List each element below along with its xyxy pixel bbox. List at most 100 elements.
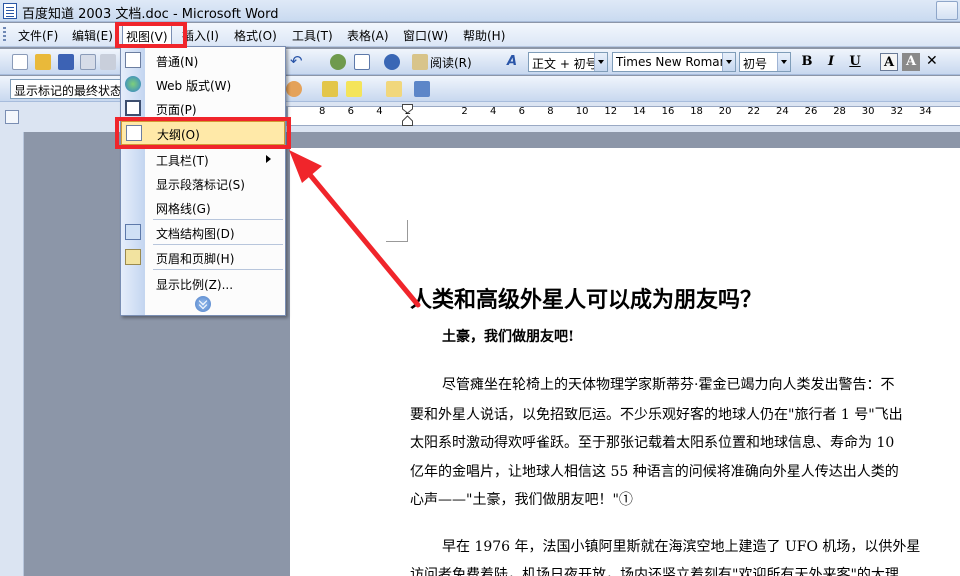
paragraph-line: 太阳系时激动得欢呼雀跃。至于那张记载着太阳系位置和地球信息、寿命为 10 <box>410 435 895 451</box>
horizontal-ruler[interactable] <box>288 106 960 126</box>
ruler-number: 26 <box>804 106 818 117</box>
document-page[interactable]: 人类和高级外星人可以成为朋友吗？ 土豪，我们做朋友吧! 尽管瘫坐在轮椅上的天体物… <box>290 148 960 576</box>
read-mode-icon[interactable] <box>412 54 428 70</box>
reviewing-pane-icon[interactable] <box>386 81 402 97</box>
menu-item-gridlines[interactable]: 网格线(G) <box>121 196 285 218</box>
expand-menu-icon[interactable] <box>195 296 211 312</box>
menu-table[interactable]: 表格(A) <box>347 27 389 44</box>
web-layout-icon <box>125 76 141 92</box>
word-document-icon[interactable] <box>3 3 17 19</box>
ruler-number: 2 <box>461 106 468 117</box>
menu-window[interactable]: 窗口(W) <box>403 27 448 44</box>
crop-mark <box>386 220 408 242</box>
menu-item-web-layout[interactable]: Web 版式(W) <box>121 73 285 95</box>
paragraph-line: 亿年的金唱片，让地球人相信这 55 种语言的问候将准确向外星人传达出人类的 <box>410 464 899 480</box>
menu-help[interactable]: 帮助(H) <box>463 27 505 44</box>
chevron-right-icon <box>266 155 275 163</box>
ruler-number: 16 <box>661 106 675 117</box>
special-chars-icon[interactable]: ✕ <box>926 54 942 70</box>
menu-separator <box>153 219 283 220</box>
ruler-number: 34 <box>919 106 932 117</box>
help-icon[interactable] <box>384 54 400 70</box>
table-icon[interactable] <box>354 54 370 70</box>
ruler-number: 24 <box>776 106 789 117</box>
chevron-down-icon[interactable] <box>594 53 607 71</box>
menu-item-header-footer[interactable]: 页眉和页脚(H) <box>121 246 285 268</box>
hyperlink-icon[interactable] <box>330 54 346 70</box>
paragraph-line: 早在 1976 年，法国小镇阿里斯就在海滨空地上建造了 UFO 机场，以供外星 <box>442 539 921 555</box>
annotation-box-outline-item <box>115 117 291 149</box>
insert-comment-icon[interactable] <box>322 81 338 97</box>
ruler-number: 32 <box>890 106 904 117</box>
font-size-combo[interactable]: 初号 <box>739 52 791 72</box>
menu-item-label: 页眉和页脚(H) <box>156 252 235 266</box>
indent-marker-icon[interactable] <box>402 104 413 126</box>
menu-item-paragraph-marks[interactable]: 显示段落标记(S) <box>121 172 285 194</box>
view-menu-dropdown: 普通(N) Web 版式(W) 页面(P) 大纲(O) 工具栏(T) 显示段落标… <box>120 46 286 316</box>
ruler-number: 6 <box>347 106 354 117</box>
read-mode-button[interactable]: 阅读(R) <box>430 54 472 71</box>
ruler-number: 8 <box>547 106 554 117</box>
font-value: Times New Roman <box>616 55 728 69</box>
paragraph-line: 要和外星人说话，以免招致厄运。不少乐观好客的地球人仍在"旅行者 1 号"飞出 <box>410 407 903 423</box>
ruler-number: 4 <box>490 106 497 117</box>
ruler-number: 4 <box>376 106 383 117</box>
chevron-down-icon[interactable] <box>722 53 735 71</box>
menu-item-label: 工具栏(T) <box>156 154 209 168</box>
bold-button[interactable]: B <box>798 53 816 71</box>
new-document-icon[interactable] <box>12 54 28 70</box>
styles-pane-icon[interactable]: A <box>507 54 523 70</box>
annotation-box-view-menu <box>115 22 187 48</box>
menu-edit[interactable]: 编辑(E) <box>72 27 113 44</box>
track-changes-icon[interactable] <box>286 81 302 97</box>
paragraph-line: 尽管瘫坐在轮椅上的天体物理学家斯蒂芬·霍金已竭力向人类发出警告：不 <box>442 377 895 393</box>
menu-item-document-map[interactable]: 文档结构图(D) <box>121 221 285 243</box>
menu-item-label: 网格线(G) <box>156 202 211 216</box>
menu-separator <box>153 244 283 245</box>
highlight-button[interactable]: A <box>902 53 920 71</box>
ruler-number: 28 <box>833 106 846 117</box>
highlight-pen-icon[interactable] <box>346 81 362 97</box>
italic-button[interactable]: I <box>822 53 840 71</box>
menu-item-label: 文档结构图(D) <box>156 227 235 241</box>
window-button[interactable] <box>936 1 958 20</box>
font-size-value: 初号 <box>743 57 768 71</box>
menu-item-zoom[interactable]: 显示比例(Z)... <box>121 272 285 294</box>
save-icon[interactable] <box>58 54 74 70</box>
menu-tools[interactable]: 工具(T) <box>292 27 333 44</box>
underline-button[interactable]: U <box>846 53 864 71</box>
ruler-number: 6 <box>518 106 525 117</box>
title-bar: 百度知道 2003 文档.doc - Microsoft Word <box>0 0 960 22</box>
menu-item-page-layout[interactable]: 页面(P) <box>121 97 285 119</box>
paragraph-line: 访问者免费着陆，机场日夜开放，场内还竖立着刻有"欢迎所有天外来客"的大理 <box>410 567 899 576</box>
undo-icon[interactable]: ↶ <box>290 54 306 70</box>
ruler-number: 30 <box>861 106 875 117</box>
vertical-ruler[interactable] <box>0 132 24 576</box>
font-color-button[interactable]: A <box>880 53 898 71</box>
print-icon[interactable] <box>100 54 116 70</box>
menu-item-label: 显示比例(Z)... <box>156 278 234 292</box>
open-folder-icon[interactable] <box>35 54 51 70</box>
document-icon[interactable] <box>414 81 430 97</box>
menu-format[interactable]: 格式(O) <box>234 27 277 44</box>
markup-display-combo[interactable]: 显示标记的最终状态 <box>10 79 122 99</box>
document-title: 人类和高级外星人可以成为朋友吗？ <box>410 287 763 313</box>
ruler-number: 8 <box>319 106 326 117</box>
menu-item-label: 普通(N) <box>156 55 199 69</box>
ruler-number: 14 <box>633 106 646 117</box>
ruler-number: 20 <box>718 106 732 117</box>
menu-file[interactable]: 文件(F) <box>18 27 58 44</box>
chevron-down-icon[interactable] <box>777 53 790 71</box>
menu-item-toolbars[interactable]: 工具栏(T) <box>121 148 285 170</box>
menu-item-normal[interactable]: 普通(N) <box>121 49 285 71</box>
style-combo[interactable]: 正文 + 初号 <box>528 52 608 72</box>
permission-icon[interactable] <box>80 54 96 70</box>
menu-item-label: Web 版式(W) <box>156 79 232 93</box>
menu-insert[interactable]: 插入(I) <box>182 27 219 44</box>
menu-item-label: 页面(P) <box>156 103 197 117</box>
font-combo[interactable]: Times New Roman <box>612 52 736 72</box>
tab-selector[interactable] <box>5 110 19 124</box>
menubar-grip[interactable] <box>3 27 6 43</box>
document-subtitle: 土豪，我们做朋友吧! <box>442 329 575 345</box>
markup-display-value: 显示标记的最终状态 <box>14 84 122 98</box>
